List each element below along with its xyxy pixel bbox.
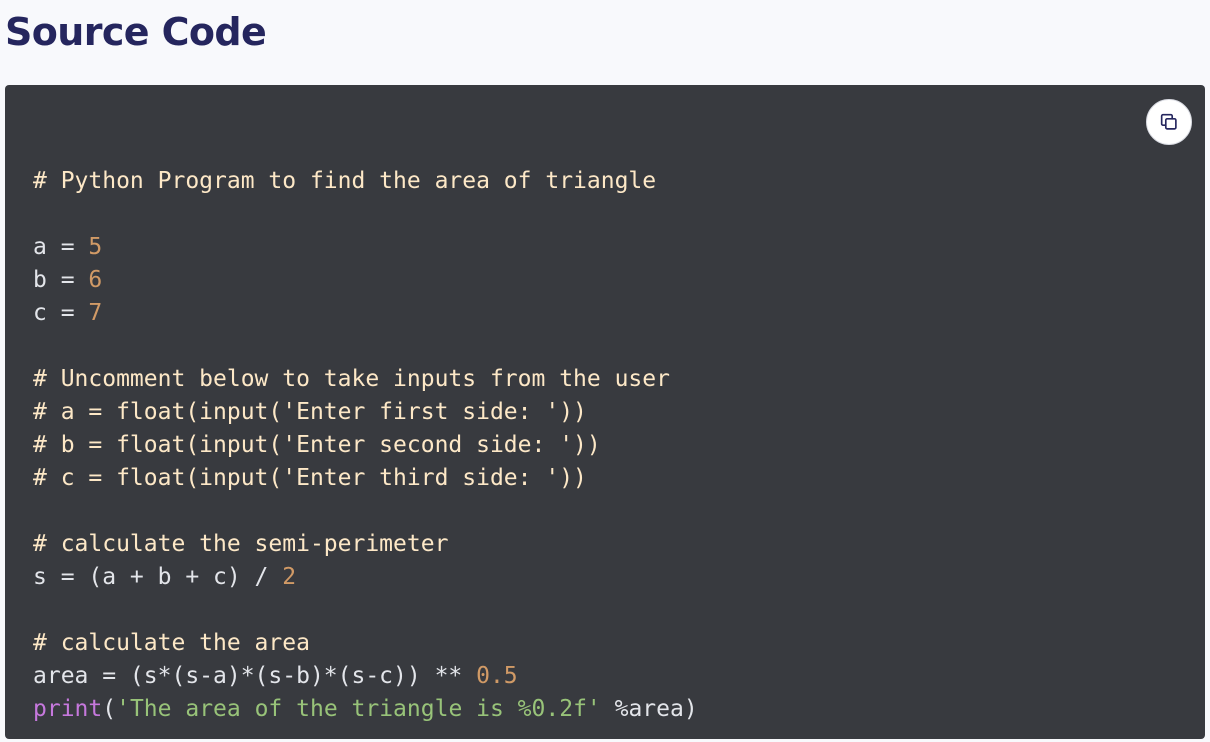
code-line: # b = float(input('Enter second side: ')…: [33, 429, 698, 462]
code-token-number: 7: [88, 300, 103, 326]
code-token-number: 6: [88, 267, 103, 293]
code-token-plain: s = (a + b + c) /: [33, 564, 283, 590]
code-token-plain: a =: [33, 234, 89, 260]
code-token-string: 'The area of the triangle is %0.2f': [116, 696, 601, 722]
code-token-comment: # calculate the area: [33, 630, 310, 656]
code-token-plain: (: [102, 696, 117, 722]
code-line: c = 7: [33, 297, 698, 330]
code-token-number: 0.5: [476, 663, 518, 689]
code-line: # a = float(input('Enter first side: ')): [33, 396, 698, 429]
page-title: Source Code: [5, 10, 267, 54]
copy-icon: [1160, 113, 1177, 130]
code-block[interactable]: # Python Program to find the area of tri…: [5, 85, 1205, 739]
code-line: # Python Program to find the area of tri…: [33, 165, 698, 198]
code-line: b = 6: [33, 264, 698, 297]
code-token-comment: # a = float(input('Enter first side: ')): [33, 399, 587, 425]
code-token-plain: c =: [33, 300, 89, 326]
code-token-comment: # Python Program to find the area of tri…: [33, 168, 657, 194]
code-line: # calculate the semi-perimeter: [33, 528, 698, 561]
code-token-plain: b =: [33, 267, 89, 293]
code-token-plain: area = (s*(s-a)*(s-b)*(s-c)) **: [33, 663, 477, 689]
code-token-builtin: print: [33, 696, 103, 722]
code-line: # calculate the area: [33, 627, 698, 660]
code-line: # c = float(input('Enter third side: ')): [33, 462, 698, 495]
code-token-comment: # Uncomment below to take inputs from th…: [33, 366, 670, 392]
code-line: area = (s*(s-a)*(s-b)*(s-c)) ** 0.5: [33, 660, 698, 693]
code-token-plain: %area): [600, 696, 698, 722]
code-token-comment: # b = float(input('Enter second side: ')…: [33, 432, 601, 458]
code-content[interactable]: # Python Program to find the area of tri…: [33, 132, 698, 726]
code-line: s = (a + b + c) / 2: [33, 561, 698, 594]
code-line: print('The area of the triangle is %0.2f…: [33, 693, 698, 726]
code-token-number: 5: [88, 234, 103, 260]
code-line: a = 5: [33, 231, 698, 264]
code-line: # Uncomment below to take inputs from th…: [33, 363, 698, 396]
code-token-comment: # c = float(input('Enter third side: ')): [33, 465, 587, 491]
code-token-number: 2: [282, 564, 297, 590]
code-token-comment: # calculate the semi-perimeter: [33, 531, 449, 557]
copy-code-button[interactable]: [1146, 99, 1192, 145]
